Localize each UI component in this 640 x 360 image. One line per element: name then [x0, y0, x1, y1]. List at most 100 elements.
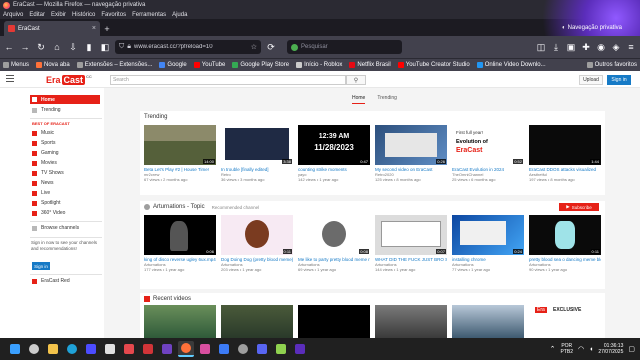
- start-button[interactable]: [7, 341, 23, 357]
- bookmark-nova-aba[interactable]: Nova aba: [36, 62, 70, 68]
- site-search-input[interactable]: Search: [110, 75, 346, 85]
- guide-item-live[interactable]: Live: [32, 190, 50, 196]
- account-icon[interactable]: ◉: [595, 41, 607, 53]
- video-thumbnail[interactable]: 0:08: [298, 215, 370, 255]
- sidebar-icon[interactable]: ◧: [99, 41, 111, 53]
- tab-eracast[interactable]: EraCast ×: [4, 21, 100, 36]
- url-text[interactable]: www.eracast.cc/?pfreload=10: [134, 44, 248, 50]
- download-icon[interactable]: ⤓: [550, 41, 562, 53]
- taskbar-red-app[interactable]: [140, 341, 156, 357]
- video-thumbnail[interactable]: [298, 305, 370, 338]
- taskbar-firefox-private[interactable]: [292, 341, 308, 357]
- guide-item-360[interactable]: 360° Video: [32, 210, 65, 216]
- guide-item-news[interactable]: News: [32, 180, 54, 186]
- subscribe-button[interactable]: ▶ Subscribe: [559, 203, 599, 211]
- bookmark-netflix[interactable]: Netflix Brasil: [349, 62, 391, 68]
- video-thumbnail[interactable]: 12:39 AM 11/28/2023 0:47: [298, 125, 370, 165]
- video-card[interactable]: 0:07 WHAT DID THE FUCK JUST BRO SAID? Ar…: [375, 215, 447, 272]
- url-bar[interactable]: ⛉ 🔒︎ www.eracast.cc/?pfreload=10 ☆: [115, 40, 261, 54]
- channel-avatar[interactable]: [144, 204, 150, 210]
- guide-item-spotlight[interactable]: Spotlight: [32, 200, 60, 206]
- bookmark-roblox[interactable]: Início - Roblox: [296, 62, 342, 68]
- video-card[interactable]: 0:26 My second video on EraCast Retro202…: [375, 125, 447, 182]
- keyboard-language[interactable]: POR PTB2: [560, 343, 573, 355]
- downloads-icon[interactable]: ⇩: [67, 41, 79, 53]
- video-thumbnail[interactable]: [144, 305, 216, 338]
- guide-item-tv-shows[interactable]: TV Shows: [32, 170, 64, 176]
- guide-item-trending[interactable]: Trending: [32, 107, 61, 113]
- extension-icon[interactable]: ◫: [535, 41, 547, 53]
- tab-home[interactable]: Home: [352, 95, 366, 104]
- close-tab-icon[interactable]: ×: [92, 25, 96, 32]
- shield-icon[interactable]: ⛉: [119, 43, 124, 51]
- addon-icon[interactable]: ◈: [610, 41, 622, 53]
- bookmark-menus[interactable]: Menus: [3, 62, 29, 68]
- video-thumbnail[interactable]: 0:11: [529, 215, 601, 255]
- video-thumbnail[interactable]: 0:11: [221, 215, 293, 255]
- search-bar[interactable]: Pesquisar: [287, 40, 402, 54]
- guide-item-music[interactable]: Music: [32, 130, 54, 136]
- reload-button[interactable]: ↻: [35, 41, 47, 53]
- menu-ferramentas[interactable]: Ferramentas: [132, 12, 166, 18]
- eracast-logo[interactable]: Era Cast CC: [46, 74, 92, 85]
- taskbar-mail[interactable]: [102, 341, 118, 357]
- video-card[interactable]: 0:06 king of disco reverse ugley 6ux.mp4…: [144, 215, 216, 272]
- video-card[interactable]: 0:11 pretty blood sea o dancing meme blo…: [529, 215, 601, 272]
- library-icon[interactable]: ▮: [83, 41, 95, 53]
- menu-icon[interactable]: ≡: [625, 41, 637, 53]
- taskbar-discord[interactable]: [254, 341, 270, 357]
- video-thumbnail[interactable]: [452, 305, 524, 338]
- taskbar-pink-app[interactable]: [197, 341, 213, 357]
- channel-name[interactable]: Arturnations - Topic: [153, 204, 205, 210]
- bookmark-creator-studio[interactable]: YouTube Creator Studio: [397, 62, 470, 68]
- system-clock[interactable]: 01:36:13 27/07/2025: [598, 343, 623, 355]
- taskbar-vpn[interactable]: [216, 341, 232, 357]
- volume-icon[interactable]: ◖: [589, 346, 593, 353]
- guide-item-eracast-red[interactable]: EraCast Red: [32, 278, 70, 284]
- notification-icon[interactable]: ▢: [628, 345, 635, 353]
- bookmark-other[interactable]: Outros favoritos: [586, 62, 640, 68]
- video-thumbnail[interactable]: 3:38: [221, 125, 293, 165]
- video-thumbnail[interactable]: 0:26: [375, 125, 447, 165]
- taskbar-settings[interactable]: [235, 341, 251, 357]
- taskbar-media[interactable]: [121, 341, 137, 357]
- video-thumbnail[interactable]: 14:00: [144, 125, 216, 165]
- video-card[interactable]: 12:39 AM 11/28/2023 0:47 counting strike…: [298, 125, 370, 182]
- forward-button[interactable]: →: [19, 41, 31, 53]
- bookmark-play-store[interactable]: Google Play Store: [232, 62, 289, 68]
- menu-exibir[interactable]: Exibir: [51, 12, 66, 18]
- taskbar-edge[interactable]: [64, 341, 80, 357]
- tab-trending[interactable]: Trending: [377, 95, 397, 104]
- menu-ajuda[interactable]: Ajuda: [172, 12, 187, 18]
- guide-item-sports[interactable]: Sports: [32, 140, 55, 146]
- video-card[interactable]: 3:38 In trouble [finally edited] Retro 3…: [221, 125, 293, 182]
- new-tab-button[interactable]: +: [100, 21, 114, 36]
- back-button[interactable]: ←: [3, 41, 15, 53]
- video-thumbnail[interactable]: 1:44: [529, 125, 601, 165]
- video-card[interactable]: First full year! Evolution of EraCast 0:…: [452, 125, 524, 182]
- video-thumbnail[interactable]: 0:06: [144, 215, 216, 255]
- bookmark-star-icon[interactable]: ☆: [251, 43, 257, 51]
- guide-item-gaming[interactable]: Gaming: [32, 150, 59, 156]
- taskbar-firefox[interactable]: [178, 341, 194, 357]
- bookmark-google[interactable]: Google: [159, 62, 187, 68]
- guide-menu-icon[interactable]: [6, 75, 14, 82]
- screenshot-icon[interactable]: ▣: [565, 41, 577, 53]
- refresh-icon[interactable]: ⟳: [265, 41, 277, 53]
- puzzle-icon[interactable]: ✚: [580, 41, 592, 53]
- video-thumbnail[interactable]: Era EXCLUSIVE: [529, 305, 601, 338]
- video-card[interactable]: 0:08 Me like to party pretty blood meme …: [298, 215, 370, 272]
- sign-in-button[interactable]: Sign in: [607, 75, 631, 85]
- video-card[interactable]: 0:24 installing chrome Arturnations 77 v…: [452, 215, 524, 272]
- menu-historico[interactable]: Histórico: [72, 12, 95, 18]
- wifi-icon[interactable]: ◠: [578, 345, 584, 353]
- video-thumbnail[interactable]: [375, 305, 447, 338]
- video-thumbnail[interactable]: [221, 305, 293, 338]
- bookmark-video-downloader[interactable]: Online Video Downlo...: [476, 62, 546, 68]
- taskbar-terminal[interactable]: [273, 341, 289, 357]
- video-card[interactable]: 14:00 Beta Let's Play #2 | House Time! m…: [144, 125, 216, 182]
- bookmark-youtube[interactable]: YouTube: [193, 62, 225, 68]
- video-thumbnail[interactable]: 0:07: [375, 215, 447, 255]
- guide-item-home[interactable]: Home: [30, 95, 100, 104]
- video-thumbnail[interactable]: First full year! Evolution of EraCast 0:…: [452, 125, 524, 165]
